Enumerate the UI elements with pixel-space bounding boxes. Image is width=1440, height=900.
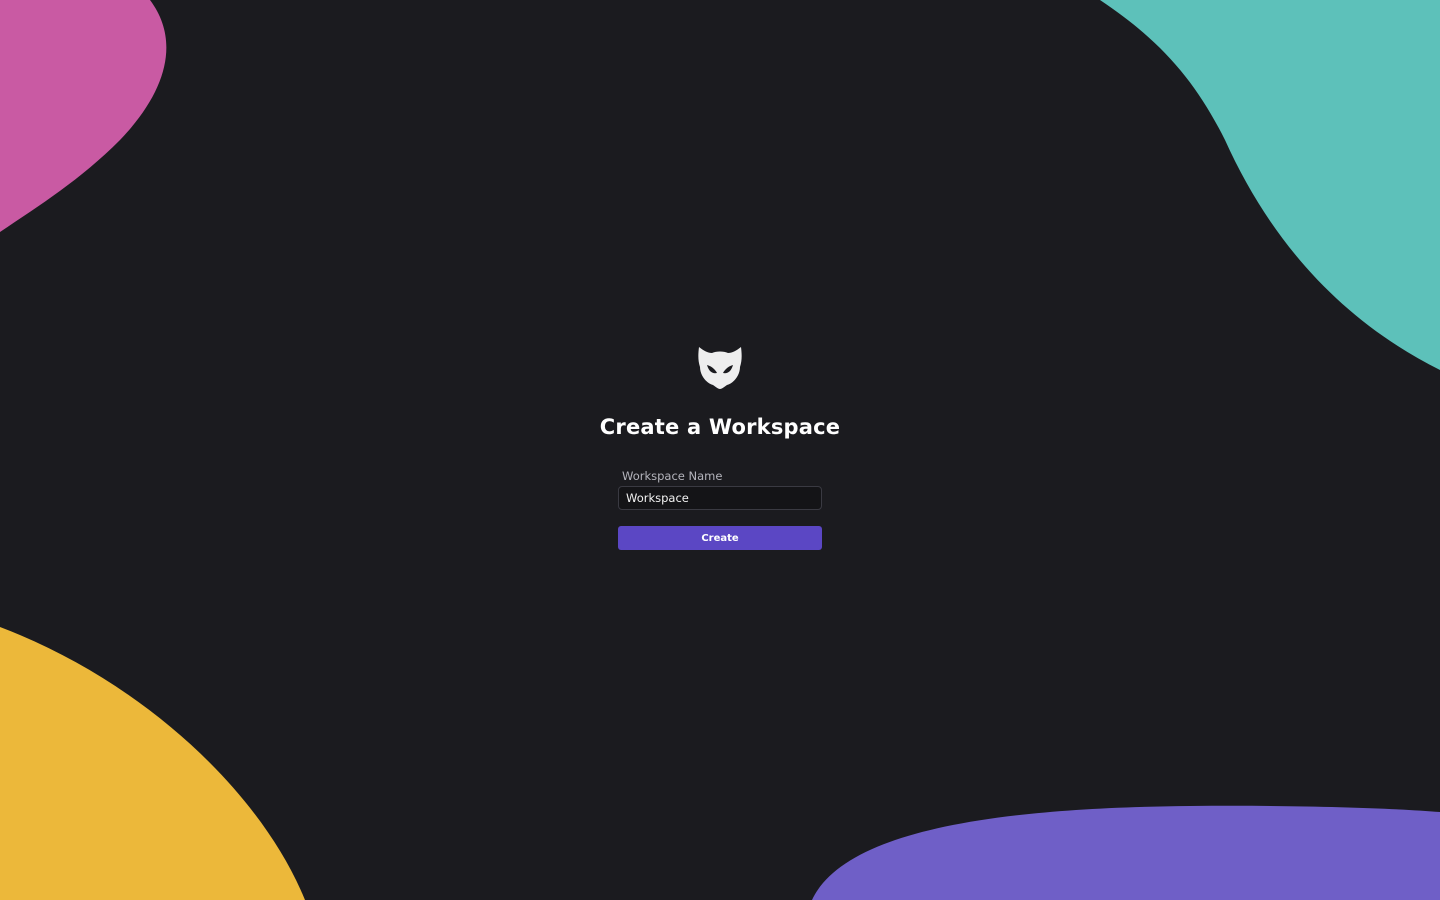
workspace-name-input[interactable] [618, 486, 822, 510]
purple-blob [812, 805, 1440, 900]
create-workspace-panel: Create a Workspace Workspace Name Create [600, 345, 840, 550]
page-background: Create a Workspace Workspace Name Create [0, 0, 1440, 900]
page-title: Create a Workspace [599, 415, 841, 439]
masked-cat-head-logo-icon [698, 347, 742, 389]
create-button[interactable]: Create [618, 526, 822, 550]
workspace-form: Workspace Name Create [618, 469, 822, 550]
workspace-name-label: Workspace Name [622, 469, 723, 483]
teal-blob [1100, 0, 1440, 370]
pink-blob [0, 0, 167, 232]
yellow-blob [0, 627, 305, 900]
